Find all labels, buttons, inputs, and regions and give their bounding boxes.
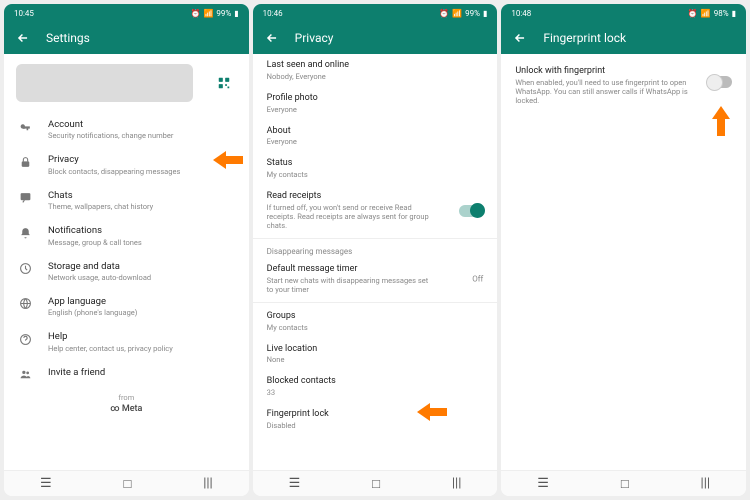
item-sub: Help center, contact us, privacy policy (48, 344, 235, 353)
settings-item-notifications[interactable]: Notifications Message, group & call tones (4, 218, 249, 253)
item-sub: Message, group & call tones (48, 238, 235, 247)
value-off: Off (472, 274, 483, 283)
fingerprint-screen: 10:48 ⏰📶98%▮ Fingerprint lock Unlock wit… (501, 4, 746, 496)
qr-icon[interactable] (211, 70, 237, 96)
nav-home-icon[interactable]: □ (123, 476, 131, 492)
divider (253, 238, 498, 239)
status-bar: 10:46 ⏰📶99%▮ (253, 4, 498, 22)
item-label: Privacy (48, 154, 235, 165)
privacy-item-lastseen[interactable]: Last seen and onlineNobody, Everyone (253, 54, 498, 87)
nav-recent-icon[interactable]: ☰ (40, 476, 52, 491)
nav-bar: ☰ □ ||| (501, 470, 746, 496)
nav-back-icon[interactable]: ||| (701, 476, 711, 491)
privacy-item-blocked[interactable]: Blocked contacts33 (253, 370, 498, 403)
settings-item-storage[interactable]: Storage and dataNetwork usage, auto-down… (4, 254, 249, 289)
item-label: Help (48, 331, 235, 342)
status-icons: ⏰📶99%▮ (439, 9, 487, 18)
chat-icon (18, 191, 32, 205)
privacy-item-livelocation[interactable]: Live locationNone (253, 338, 498, 371)
nav-recent-icon[interactable]: ☰ (289, 476, 301, 491)
app-bar: Privacy (253, 22, 498, 54)
item-label: Account (48, 119, 235, 130)
nav-back-icon[interactable]: ||| (203, 476, 213, 491)
item-label: Chats (48, 190, 235, 201)
item-sub: English (phone's language) (48, 308, 235, 317)
item-sub: Security notifications, change number (48, 131, 235, 140)
settings-list[interactable]: AccountSecurity notifications, change nu… (4, 54, 249, 470)
clock: 10:45 (14, 9, 34, 18)
clock: 10:46 (263, 9, 283, 18)
back-icon[interactable] (265, 31, 279, 45)
nav-recent-icon[interactable]: ☰ (537, 476, 549, 491)
nav-home-icon[interactable]: □ (621, 476, 629, 492)
page-title: Settings (46, 31, 90, 45)
app-bar: Fingerprint lock (501, 22, 746, 54)
privacy-list[interactable]: Last seen and onlineNobody, Everyone Pro… (253, 54, 498, 470)
item-sub: Theme, wallpapers, chat history (48, 202, 235, 211)
bell-icon (18, 226, 32, 240)
status-bar: 10:45 ⏰📶99%▮ (4, 4, 249, 22)
settings-item-chats[interactable]: ChatsTheme, wallpapers, chat history (4, 183, 249, 218)
nav-bar: ☰ □ ||| (253, 470, 498, 496)
back-icon[interactable] (16, 31, 30, 45)
item-sub: Block contacts, disappearing messages (48, 167, 235, 176)
privacy-item-unlockfingerprint[interactable]: Unlock with fingerprint When enabled, yo… (501, 54, 746, 111)
settings-item-account[interactable]: AccountSecurity notifications, change nu… (4, 112, 249, 147)
app-bar: Settings (4, 22, 249, 54)
item-label: Storage and data (48, 261, 235, 272)
settings-screen: 10:45 ⏰📶99%▮ Settings AccountSecurity no… (4, 4, 249, 496)
status-icons: ⏰📶99%▮ (190, 9, 238, 18)
section-disappearing: Disappearing messages (253, 241, 498, 258)
privacy-item-about[interactable]: AboutEveryone (253, 120, 498, 153)
page-title: Fingerprint lock (543, 31, 626, 45)
footer-from: from (4, 389, 249, 404)
item-sub: Network usage, auto-download (48, 273, 235, 282)
settings-item-help[interactable]: Help Help center, contact us, privacy pol… (4, 324, 249, 359)
privacy-item-fingerprint[interactable]: Fingerprint lock Disabled (253, 403, 498, 436)
item-label: Notifications (48, 225, 235, 236)
privacy-item-status[interactable]: StatusMy contacts (253, 152, 498, 185)
nav-bar: ☰ □ ||| (4, 470, 249, 496)
footer-brand: ∞ Meta (4, 404, 249, 422)
help-icon (18, 332, 32, 346)
lock-icon (18, 155, 32, 169)
item-label: App language (48, 296, 235, 307)
status-icons: ⏰📶98%▮ (688, 9, 736, 18)
settings-item-language[interactable]: App languageEnglish (phone's language) (4, 289, 249, 324)
fingerprint-content: Unlock with fingerprint When enabled, yo… (501, 54, 746, 470)
nav-back-icon[interactable]: ||| (452, 476, 462, 491)
back-icon[interactable] (513, 31, 527, 45)
key-icon (18, 120, 32, 134)
item-label: Invite a friend (48, 367, 235, 378)
status-bar: 10:48 ⏰📶98%▮ (501, 4, 746, 22)
globe-icon (18, 297, 32, 311)
nav-home-icon[interactable]: □ (372, 476, 380, 492)
settings-item-privacy[interactable]: Privacy Block contacts, disappearing mess… (4, 147, 249, 182)
toggle-fingerprint[interactable] (708, 76, 732, 88)
privacy-item-defaulttimer[interactable]: Default message timer Start new chats wi… (253, 258, 498, 300)
profile-card[interactable] (16, 64, 193, 102)
privacy-screen: 10:46 ⏰📶99%▮ Privacy Last seen and onlin… (253, 4, 498, 496)
privacy-item-groups[interactable]: GroupsMy contacts (253, 305, 498, 338)
people-icon (18, 368, 32, 382)
page-title: Privacy (295, 31, 334, 45)
privacy-item-profilephoto[interactable]: Profile photoEveryone (253, 87, 498, 120)
divider (253, 302, 498, 303)
clock: 10:48 (511, 9, 531, 18)
data-icon (18, 262, 32, 276)
toggle-readreceipts[interactable] (459, 205, 483, 217)
settings-item-invite[interactable]: Invite a friend (4, 360, 249, 389)
privacy-item-readreceipts[interactable]: Read receipts If turned off, you won't s… (253, 185, 498, 236)
